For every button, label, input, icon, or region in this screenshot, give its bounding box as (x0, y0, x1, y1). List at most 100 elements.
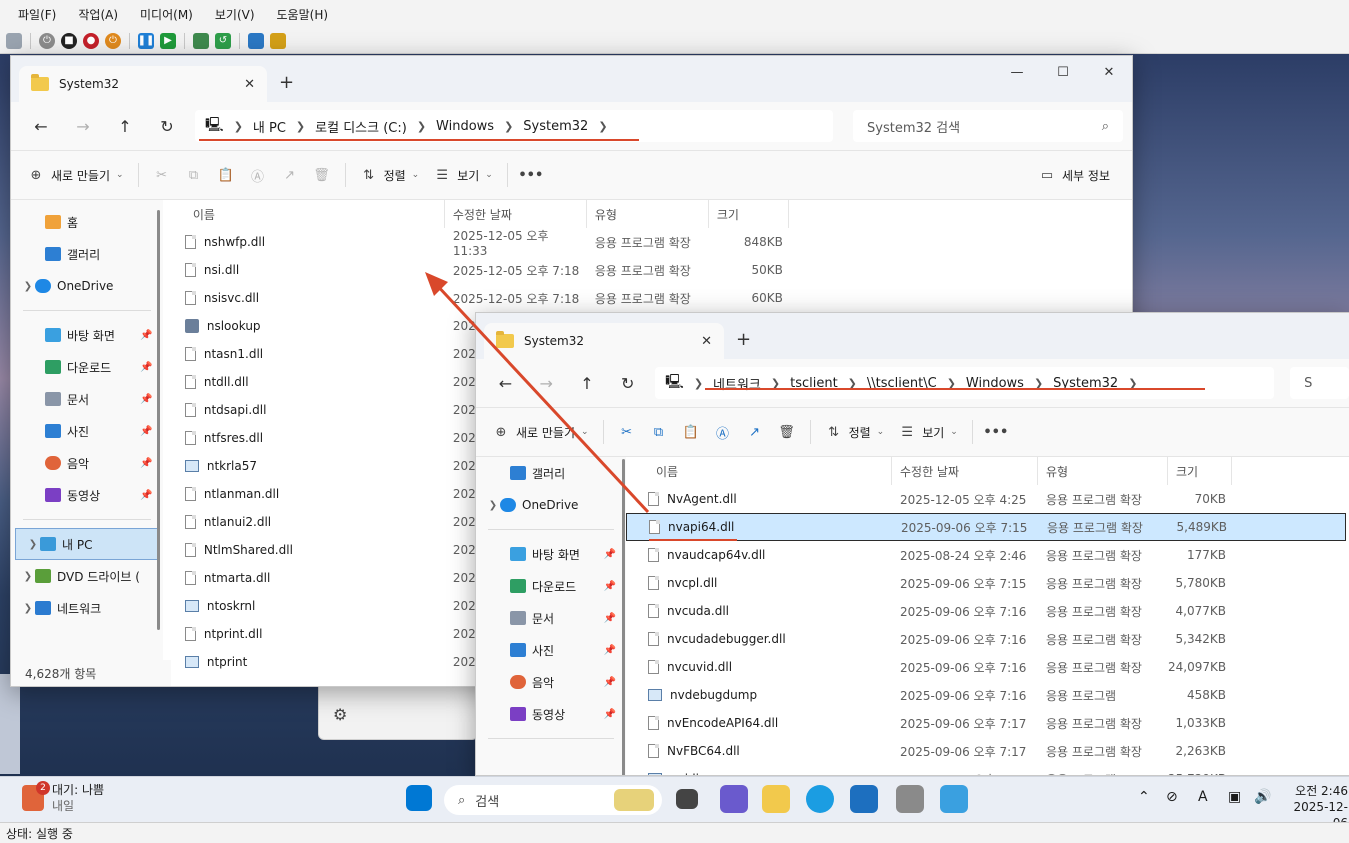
column-date[interactable]: 수정한 날짜 (892, 457, 1038, 485)
sidebar-item-videos[interactable]: 동영상 📌 (11, 479, 163, 511)
device-icon[interactable] (896, 785, 924, 813)
table-row[interactable]: NvFBC64.dll 2025-09-06 오후 7:17 응용 프로그램 확장 2… (626, 737, 1346, 765)
sidebar-item-onedrive[interactable]: ❯ OneDrive (476, 489, 626, 521)
sidebar-item-pictures[interactable]: 사진 📌 (11, 415, 163, 447)
pin-icon[interactable]: 📌 (604, 709, 616, 720)
sidebar-item-downloads[interactable]: 다운로드 📌 (11, 351, 163, 383)
table-row[interactable]: nvcudadebugger.dll 2025-09-06 오후 7:16 응용 프… (626, 625, 1346, 653)
share-icon[interactable] (270, 32, 286, 49)
sidebar-item-network[interactable]: ❯ 네트워크 (11, 592, 163, 624)
chevron-right-icon[interactable]: ❯ (598, 120, 607, 133)
weather-icon[interactable]: 2 (22, 781, 50, 811)
sidebar-item-pictures[interactable]: 사진 📌 (476, 634, 626, 666)
chevron-up-icon[interactable]: ⌃ (1138, 789, 1150, 805)
sidebar-item-gallery[interactable]: 갤러리 (476, 457, 626, 489)
rename-icon[interactable]: Ⓐ (249, 166, 267, 185)
menu-action[interactable]: 작업(A) (78, 6, 118, 23)
up-icon[interactable]: ↑ (570, 368, 605, 398)
cut-icon[interactable]: ✂ (153, 166, 171, 184)
table-row[interactable]: nvidia-pcc2025-09-06 오후 7:17응용 프로그램25,72… (626, 765, 1346, 775)
menu-media[interactable]: 미디어(M) (140, 6, 193, 23)
column-type[interactable]: 유형 (587, 200, 709, 228)
copy-icon[interactable]: ⧉ (650, 423, 668, 441)
table-row[interactable]: nvcuvid.dll 2025-09-06 오후 7:16 응용 프로그램 확장 2… (626, 653, 1346, 681)
column-size[interactable]: 크기 (1168, 457, 1232, 485)
pin-icon[interactable]: 📌 (140, 394, 152, 405)
column-size[interactable]: 크기 (709, 200, 789, 228)
sidebar-item-music[interactable]: 음악 📌 (476, 666, 626, 698)
forward-icon[interactable]: → (65, 111, 101, 141)
sidebar-item-downloads[interactable]: 다운로드 📌 (476, 570, 626, 602)
sidebar-item-videos[interactable]: 동영상 📌 (476, 698, 626, 730)
view-button[interactable]: ☰ 보기 ⌄ (433, 166, 492, 184)
new-button[interactable]: ⊕ 새로 만들기 ⌄ (492, 423, 589, 441)
new-tab-icon[interactable]: + (279, 72, 294, 93)
tab-system32[interactable]: System32 ✕ (484, 323, 724, 359)
table-row[interactable]: nvcpl.dll 2025-09-06 오후 7:15 응용 프로그램 확장 5,7… (626, 569, 1346, 597)
start-icon[interactable] (406, 785, 432, 811)
table-row[interactable]: nsi.dll 2025-12-05 오후 7:18 응용 프로그램 확장 50KB (163, 256, 1132, 284)
breadcrumb-system32[interactable]: System32 (523, 119, 588, 134)
sidebar-item-home[interactable]: 홈 (11, 206, 163, 238)
address-bar[interactable]: 🖳 ❯ 내 PC ❯ 로컬 디스크 (C:) ❯ Windows ❯ Syste… (195, 110, 833, 142)
taskbar-search[interactable]: ⌕ 검색 (444, 785, 662, 815)
view-button[interactable]: ☰ 보기 ⌄ (898, 423, 957, 441)
sidebar-item-documents[interactable]: 문서 📌 (11, 383, 163, 415)
store-icon[interactable] (850, 785, 878, 813)
refresh-icon[interactable]: ↻ (610, 368, 645, 398)
pin-icon[interactable]: 📌 (604, 549, 616, 560)
sidebar-item-gallery[interactable]: 갤러리 (11, 238, 163, 270)
sidebar-item-desktop[interactable]: 바탕 화면 📌 (11, 319, 163, 351)
chevron-right-icon[interactable]: ❯ (21, 571, 35, 582)
close-window-icon[interactable]: ✕ (1086, 56, 1132, 88)
back-icon[interactable]: ← (488, 368, 523, 398)
remote-desktop-icon[interactable] (940, 785, 968, 813)
pause-icon[interactable]: ❚❚ (138, 32, 154, 49)
column-type[interactable]: 유형 (1038, 457, 1168, 485)
sidebar-scrollbar[interactable] (157, 210, 160, 630)
revert-icon[interactable]: ↺ (215, 32, 231, 49)
menu-file[interactable]: 파일(F) (18, 6, 56, 23)
table-row[interactable]: nvEncodeAPI64.dll 2025-09-06 오후 7:17 응용 프로… (626, 709, 1346, 737)
settings-gear-icon[interactable]: ⚙ (333, 705, 347, 724)
ime-icon[interactable]: A (1198, 789, 1208, 805)
network-off-icon[interactable]: ⊘ (1166, 789, 1178, 805)
delete-icon[interactable]: 🗑 (313, 166, 331, 184)
chevron-right-icon[interactable]: ❯ (26, 539, 40, 550)
chevron-right-icon[interactable]: ❯ (21, 603, 35, 614)
breadcrumb-pc[interactable]: 내 PC (253, 117, 286, 136)
share-icon[interactable]: ↗ (746, 423, 764, 441)
up-icon[interactable]: ↑ (107, 111, 143, 141)
paste-icon[interactable]: 📋 (217, 166, 235, 184)
forward-icon[interactable]: → (529, 368, 564, 398)
sidebar-item-onedrive[interactable]: ❯ OneDrive (11, 270, 163, 302)
pin-icon[interactable]: 📌 (140, 362, 152, 373)
chevron-right-icon[interactable]: ❯ (504, 120, 513, 133)
minimize-icon[interactable]: — (994, 56, 1040, 88)
table-row[interactable]: nvapi64.dll 2025-09-06 오후 7:15 응용 프로그램 확장 5… (626, 513, 1346, 541)
breadcrumb-windows[interactable]: Windows (436, 119, 494, 134)
file-explorer-icon[interactable] (762, 785, 790, 813)
start-icon[interactable]: ⏻ (39, 32, 55, 49)
address-bar[interactable]: 🖳 ❯ 네트워크 ❯ tsclient ❯ \\tsclient\C ❯ Win… (655, 367, 1275, 399)
chevron-right-icon[interactable]: ❯ (486, 500, 500, 511)
table-row[interactable]: nvdebugdump 2025-09-06 오후 7:16 응용 프로그램 458K… (626, 681, 1346, 709)
breadcrumb-local-disk[interactable]: 로컬 디스크 (C:) (315, 117, 407, 136)
sidebar-item-documents[interactable]: 문서 📌 (476, 602, 626, 634)
weather-widget[interactable]: 대기: 나쁨 내일 (52, 782, 104, 814)
cut-icon[interactable]: ✂ (618, 423, 636, 441)
table-row[interactable]: nshwfp.dll 2025-12-05 오후 11:33 응용 프로그램 확장 8… (163, 228, 1132, 258)
back-icon[interactable]: ← (23, 111, 59, 141)
sidebar-scrollbar[interactable] (622, 459, 625, 775)
pin-icon[interactable]: 📌 (140, 330, 152, 341)
volume-icon[interactable]: 🔊 (1254, 789, 1271, 805)
maximize-icon[interactable]: ☐ (1040, 56, 1086, 88)
refresh-icon[interactable]: ↻ (149, 111, 185, 141)
pin-icon[interactable]: 📌 (604, 613, 616, 624)
table-row[interactable]: nvcuda.dll 2025-09-06 오후 7:16 응용 프로그램 확장 4,… (626, 597, 1346, 625)
tab-system32[interactable]: System32 ✕ (19, 66, 267, 102)
chevron-right-icon[interactable]: ❯ (21, 281, 35, 292)
pin-icon[interactable]: 📌 (604, 645, 616, 656)
sidebar-item-this-pc[interactable]: ❯ 내 PC (15, 528, 159, 560)
pin-icon[interactable]: 📌 (140, 458, 152, 469)
